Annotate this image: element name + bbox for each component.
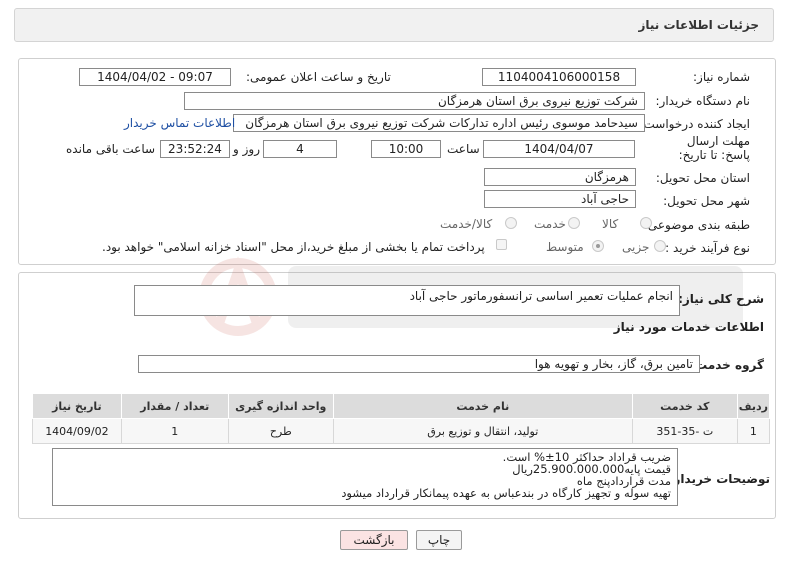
requester-label: ایجاد کننده درخواست: xyxy=(639,117,750,131)
city-label: شهر محل تحویل: xyxy=(663,194,750,208)
table-row: 1 ت -35-351 تولید، انتقال و توزیع برق طر… xyxy=(32,418,771,444)
col-service-code-header: کد خدمت xyxy=(631,393,738,419)
category-option-goods: کالا xyxy=(602,217,619,231)
purchase-option-minor: جزیی xyxy=(622,240,650,254)
deadline-date-field: 1404/04/07 xyxy=(483,140,635,158)
col-need-date-header: تاریخ نیاز xyxy=(32,393,122,419)
buyer-org-label: نام دستگاه خریدار: xyxy=(655,94,751,108)
services-info-heading: اطلاعات خدمات مورد نیاز xyxy=(613,320,764,334)
service-group-field: تامین برق، گاز، بخار و تهویه هوا xyxy=(138,355,700,373)
province-field: هرمزگان xyxy=(484,168,636,186)
category-radio-goods-service[interactable] xyxy=(505,217,517,229)
page-title: جزئیات اطلاعات نیاز xyxy=(638,18,759,32)
cell-service-code: ت -35-351 xyxy=(631,418,738,444)
back-button[interactable]: بازگشت xyxy=(340,530,408,550)
services-table: ردیف کد خدمت نام خدمت واحد اندازه گیری ت… xyxy=(32,393,771,444)
page-header: جزئیات اطلاعات نیاز xyxy=(14,8,774,42)
treasury-note: پرداخت تمام یا بخشی از مبلغ خرید،از محل … xyxy=(102,240,485,254)
need-summary-text: انجام عملیات تعمیر اساسی ترانسفورماتور ح… xyxy=(409,289,673,303)
table-header-row: ردیف کد خدمت نام خدمت واحد اندازه گیری ت… xyxy=(32,393,771,419)
category-option-service: خدمت xyxy=(534,217,566,231)
need-summary-label: شرح کلی نیاز: xyxy=(678,292,764,306)
remaining-label: ساعت باقی مانده xyxy=(66,142,156,156)
cell-unit: طرح xyxy=(227,418,334,444)
deadline-time-field: 10:00 xyxy=(371,140,441,158)
announce-datetime-field: 1404/04/02 - 09:07 xyxy=(79,68,231,86)
treasury-checkbox[interactable] xyxy=(496,239,507,250)
deadline-label: مهلت ارسال پاسخ: تا تاریخ: xyxy=(678,134,750,162)
need-summary-box: انجام عملیات تعمیر اساسی ترانسفورماتور ح… xyxy=(134,285,680,316)
print-button[interactable]: چاپ xyxy=(416,530,462,550)
col-quantity-header: تعداد / مقدار xyxy=(120,393,229,419)
need-number-label: شماره نیاز: xyxy=(693,70,750,84)
cell-service-name: تولید، انتقال و توزیع برق xyxy=(332,418,633,444)
service-group-label: گروه خدمت: xyxy=(690,358,764,372)
cell-row-number: 1 xyxy=(736,418,771,444)
category-label: طبقه بندی موضوعی: xyxy=(643,218,750,232)
purchase-type-label: نوع فرآیند خرید : xyxy=(665,241,750,255)
cell-quantity: 1 xyxy=(120,418,229,444)
col-service-name-header: نام خدمت xyxy=(332,393,633,419)
requester-field: سیدحامد موسوی رئیس اداره تدارکات شرکت تو… xyxy=(233,114,645,132)
time-label: ساعت xyxy=(447,142,480,156)
cell-need-date: 1404/09/02 xyxy=(32,418,122,444)
purchase-option-medium: متوسط xyxy=(546,240,584,254)
city-field: حاجی آباد xyxy=(484,190,636,208)
remaining-days-field: 4 xyxy=(263,140,337,158)
province-label: استان محل تحویل: xyxy=(655,171,750,185)
buyer-notes-box: ضریب قراداد حداکثر 10±% است. قیمت پایه25… xyxy=(52,448,678,506)
remaining-time-field: 23:52:24 xyxy=(160,140,230,158)
buyer-org-field: شرکت توزیع نیروی برق استان هرمزگان xyxy=(184,92,645,110)
buyer-note-line: تهیه سوله و تجهیز کارگاه در بندعباس به ع… xyxy=(341,486,671,500)
days-label: روز و xyxy=(233,142,260,156)
col-row-header: ردیف xyxy=(736,393,771,419)
category-radio-goods[interactable] xyxy=(640,217,652,229)
buyer-notes-label: توضیحات خریدار: xyxy=(668,472,770,486)
purchase-radio-medium[interactable] xyxy=(592,240,604,252)
need-number-field: 1104004106000158 xyxy=(482,68,636,86)
announce-datetime-label: تاریخ و ساعت اعلان عمومی: xyxy=(246,70,391,84)
purchase-radio-minor[interactable] xyxy=(654,240,666,252)
category-option-goods-service: کالا/خدمت xyxy=(440,217,493,231)
col-unit-header: واحد اندازه گیری xyxy=(227,393,334,419)
category-radio-service[interactable] xyxy=(568,217,580,229)
buyer-contact-link[interactable]: اطلاعات تماس خریدار xyxy=(124,116,235,130)
